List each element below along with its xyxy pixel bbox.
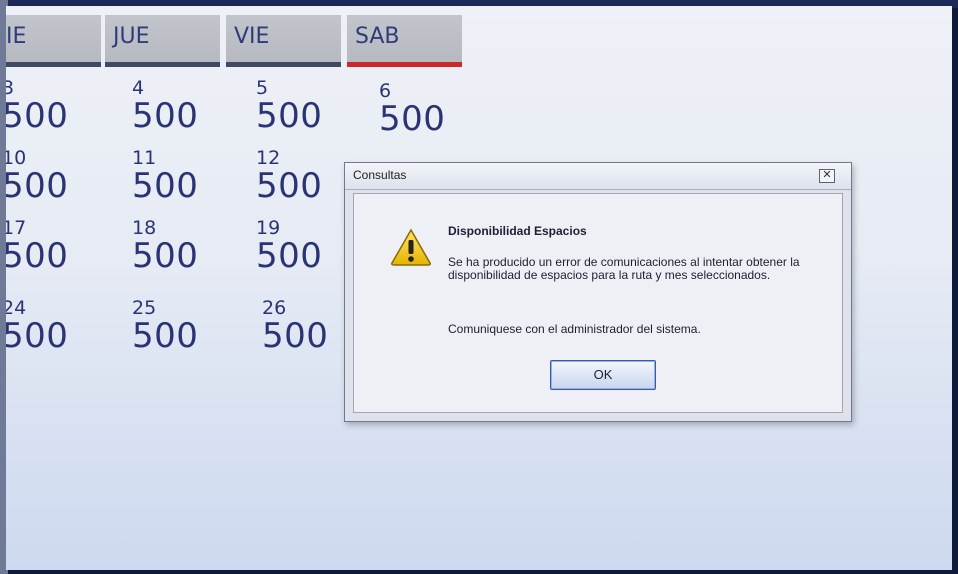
day-header-label: IE (6, 24, 27, 49)
app-screen: IE JUE VIE SAB 3 500 4 500 5 500 6 500 1… (6, 6, 952, 570)
availability-value: 500 (132, 96, 199, 136)
dialog-body: Disponibilidad Espacios Se ha producido … (353, 193, 843, 413)
day-number: 17 (6, 217, 27, 239)
calendar-cell[interactable]: 4 500 (132, 78, 198, 134)
close-icon: ✕ (822, 169, 832, 181)
day-header-label: JUE (113, 24, 150, 49)
availability-value: 500 (6, 316, 69, 356)
availability-value: 500 (132, 166, 199, 206)
day-number: 26 (262, 297, 287, 319)
day-number: 5 (256, 77, 269, 99)
calendar-cell[interactable]: 18 500 (132, 218, 198, 274)
tab-underline (226, 62, 341, 67)
error-dialog: Consultas ✕ Disponibilidad Espacios Se h… (344, 162, 852, 422)
availability-value: 500 (256, 166, 323, 206)
availability-value: 500 (6, 236, 69, 276)
ok-button[interactable]: OK (550, 360, 656, 390)
day-header-mie[interactable]: IE (6, 15, 101, 67)
calendar-cell[interactable]: 25 500 (132, 298, 198, 354)
calendar-cell[interactable]: 5 500 (256, 78, 322, 134)
day-number: 3 (6, 77, 15, 99)
day-header-label: SAB (355, 24, 400, 49)
tab-underline (105, 62, 220, 67)
availability-value: 500 (132, 316, 199, 356)
calendar-cell[interactable]: 12 500 (256, 148, 322, 204)
day-header-sab[interactable]: SAB (347, 15, 462, 67)
day-number: 25 (132, 297, 157, 319)
availability-value: 500 (6, 166, 69, 206)
day-number: 24 (6, 297, 27, 319)
day-number: 18 (132, 217, 157, 239)
calendar-cell[interactable]: 11 500 (132, 148, 198, 204)
day-number: 12 (256, 147, 281, 169)
calendar-cell[interactable]: 6 500 (379, 81, 445, 137)
calendar-cell[interactable]: 3 500 (6, 78, 68, 134)
availability-value: 500 (256, 96, 323, 136)
availability-value: 500 (256, 236, 323, 276)
day-number: 10 (6, 147, 27, 169)
dialog-title: Consultas (353, 168, 407, 182)
day-header-label: VIE (234, 24, 270, 49)
day-number: 11 (132, 147, 157, 169)
help-message: Comuniquese con el administrador del sis… (448, 322, 701, 336)
warning-icon (391, 228, 431, 266)
dialog-title-bar[interactable]: Consultas ✕ (345, 163, 851, 190)
availability-value: 500 (6, 96, 69, 136)
day-number: 19 (256, 217, 281, 239)
availability-value: 500 (132, 236, 199, 276)
availability-value: 500 (262, 316, 329, 356)
calendar-cell[interactable]: 10 500 (6, 148, 68, 204)
tab-underline (6, 62, 101, 67)
close-button[interactable]: ✕ (819, 169, 835, 183)
calendar-cell[interactable]: 24 500 (6, 298, 68, 354)
day-header-vie[interactable]: VIE (226, 15, 341, 67)
calendar-cell[interactable]: 26 500 (262, 298, 328, 354)
calendar-cell[interactable]: 17 500 (6, 218, 68, 274)
calendar-cell[interactable]: 19 500 (256, 218, 322, 274)
day-number: 6 (379, 80, 392, 102)
dialog-heading: Disponibilidad Espacios (448, 224, 587, 238)
error-message: Se ha producido un error de comunicacion… (448, 255, 800, 282)
day-header-jue[interactable]: JUE (105, 15, 220, 67)
day-number: 4 (132, 77, 145, 99)
availability-value: 500 (379, 99, 446, 139)
tab-underline-active (347, 62, 462, 67)
